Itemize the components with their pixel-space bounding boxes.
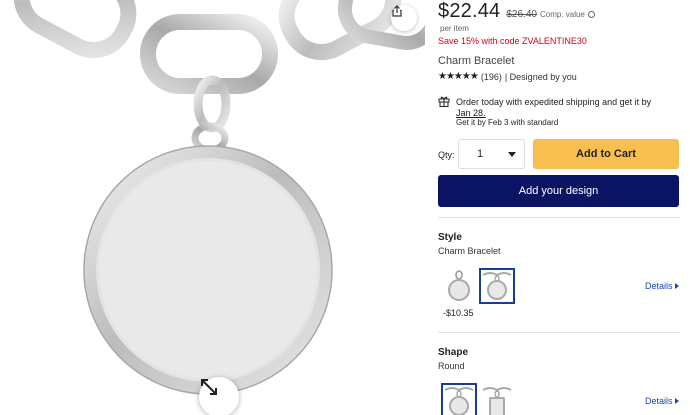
share-button[interactable] [391, 5, 417, 31]
expand-image-button[interactable] [199, 377, 239, 415]
rectangle-charm-thumbnail [482, 387, 512, 415]
rating-row: ★★★★★ (196) | Designed by you [438, 71, 577, 82]
quantity-value: 1 [477, 148, 484, 160]
shape-details-label: Details [645, 396, 673, 406]
style-details-link[interactable]: Details [645, 281, 679, 291]
share-icon [392, 5, 402, 17]
shape-details-link[interactable]: Details [645, 396, 679, 406]
info-icon[interactable] [587, 11, 595, 18]
style-thumb-charm-necklace[interactable] [441, 268, 477, 304]
shape-thumb-rectangle[interactable] [479, 383, 515, 415]
charm-bracelet-thumbnail [482, 272, 512, 300]
price-row: $22.44 $26.40 Comp. value [438, 0, 595, 24]
shape-thumb-round[interactable] [441, 383, 477, 415]
quantity-label: Qty: [438, 150, 455, 160]
product-name: Charm Bracelet [438, 55, 515, 67]
product-image[interactable] [0, 0, 425, 415]
style-thumb-charm-bracelet[interactable] [479, 268, 515, 304]
shipping-standard-text: Get it by Feb 3 with standard [456, 118, 559, 127]
expand-icon [201, 379, 217, 395]
divider [438, 332, 680, 333]
designed-by-label: | Designed by you [504, 71, 577, 82]
style-details-label: Details [645, 281, 673, 291]
add-your-design-button[interactable]: Add your design [438, 175, 679, 207]
per-item-label: per item [440, 24, 469, 33]
review-count-link[interactable]: (196) [481, 72, 502, 82]
old-price: $26.40 [506, 9, 537, 20]
price: $22.44 [438, 0, 501, 22]
chevron-right-icon [674, 398, 679, 404]
chevron-right-icon [674, 283, 679, 289]
round-charm-thumbnail [444, 387, 474, 415]
charm-necklace-thumbnail [448, 270, 470, 301]
shipping-expedited-text: Order today with expedited shipping and … [456, 97, 652, 107]
style-option-value: Charm Bracelet [438, 246, 501, 256]
comp-value-label: Comp. value [539, 10, 585, 19]
shape-option-title: Shape [438, 347, 469, 358]
quantity-select[interactable]: 1 [458, 139, 525, 169]
add-to-cart-button[interactable]: Add to Cart [533, 139, 679, 169]
promo-text: Save 15% with code ZVALENTINE30 [438, 36, 587, 46]
shape-option-value: Round [438, 361, 465, 371]
delivery-date-link[interactable]: Jan 28. [456, 108, 486, 118]
style-option-title: Style [438, 232, 462, 243]
delivery-date-suffix: . [483, 108, 486, 118]
style-thumb-price: -$10.35 [443, 308, 474, 318]
chevron-down-icon [508, 152, 516, 157]
delivery-date: Jan 28 [456, 108, 484, 118]
charm-bracelet-render [13, 0, 425, 395]
gift-icon [438, 96, 450, 107]
star-rating: ★★★★★ [438, 71, 479, 82]
divider [438, 217, 680, 218]
